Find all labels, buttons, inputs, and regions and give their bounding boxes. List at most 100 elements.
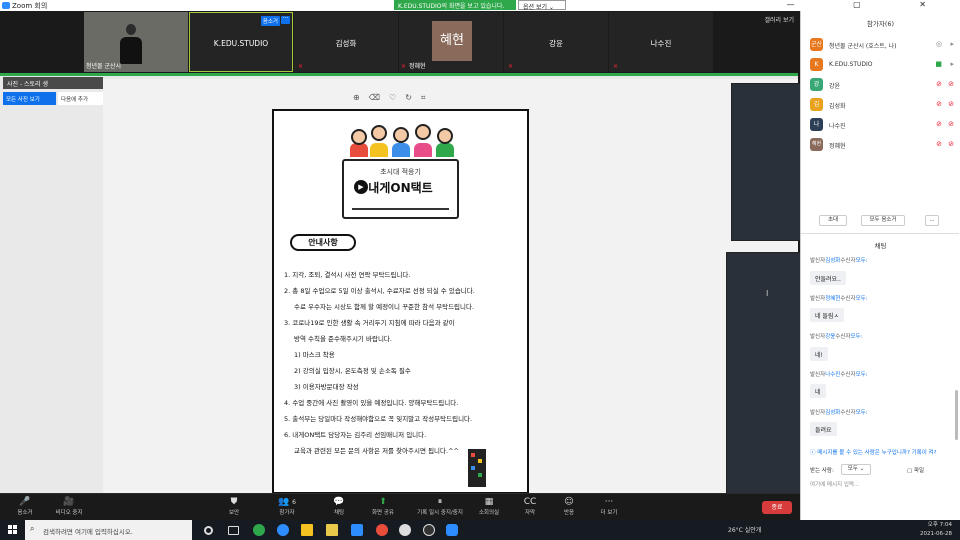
notice-line: 방역 수칙을 준수해주시기 바랍니다.	[294, 335, 392, 343]
video-tile-kedu[interactable]: K.EDU.STUDIO 음소거 ···	[189, 12, 293, 72]
progress-bar	[352, 208, 449, 210]
mail-icon[interactable]	[351, 524, 363, 536]
app-icon[interactable]	[399, 524, 411, 536]
viewer-toolbar[interactable]: ⊕⌫♡↻⌗	[353, 93, 434, 103]
tile-name: 나수진	[650, 39, 672, 48]
taskbar-search-input[interactable]: ⌕ 검색하려면 여기에 입력하십시오.	[25, 520, 192, 540]
chat-button[interactable]: 💬 채팅	[314, 496, 364, 516]
notice-line: 2) 강의실 입장시, 온도측정 및 손소독 필수	[294, 367, 411, 375]
screen-share-banner: K.EDU.STUDIO의 화면을 보고 있습니다.	[394, 0, 516, 10]
mic-muted-icon: ⊘	[936, 140, 942, 148]
add-to-button[interactable]: 다음에 추가	[58, 92, 103, 105]
record-pause-button[interactable]: ⏸ 기록 일시 중지/중지	[412, 496, 468, 516]
chat-title: 채팅	[874, 242, 887, 250]
app-icon[interactable]	[423, 524, 435, 536]
windows-start-icon[interactable]	[8, 525, 18, 535]
system-clock[interactable]: 오후 7:04 2021-06-28	[920, 521, 952, 539]
zoom-taskbar-icon[interactable]	[446, 524, 458, 536]
notice-line: 수료 우수자는 시상도 함께 할 예정이니 꾸준한 참석 부탁드립니다.	[294, 303, 475, 311]
camera-icon: ▸	[950, 40, 954, 48]
tile-more-button[interactable]: ···	[281, 16, 290, 24]
file-explorer-icon[interactable]	[301, 524, 313, 536]
mic-muted-icon: ✕	[298, 63, 304, 70]
chat-message: 네 들림ㅅ	[810, 308, 844, 322]
video-tile-hyehyun[interactable]: 혜현 ✕ 정혜현	[399, 12, 503, 72]
avatar: 혜현	[432, 21, 472, 61]
mic-icon: ◎	[935, 40, 942, 48]
view-options-button[interactable]: 옵션 보기 ⌄	[518, 0, 566, 11]
people-illustration	[346, 121, 458, 159]
camera-off-icon: ⊘	[948, 100, 954, 108]
chat-scrollbar[interactable]	[955, 390, 958, 440]
notice-line: 교육과 관련된 모든 문의 사항은 저를 찾아주시면 됩니다.^^	[294, 447, 459, 455]
participant-row[interactable]: 강 강윤 ⊘ ⊘	[810, 78, 958, 92]
share-screen-button[interactable]: ⬆ 화면 공유	[358, 496, 408, 516]
windows-taskbar: ⌕ 검색하려면 여기에 입력하십시오. 26°C 실안개 오후 7:04 202…	[0, 520, 960, 540]
participant-row[interactable]: 혜현 정혜현 ⊘ ⊘	[810, 138, 958, 152]
video-tile-host[interactable]: 청년몰 군산시	[84, 12, 188, 72]
notice-line: 4. 수업 중간에 사진 촬영이 있을 예정입니다. 양해부탁드립니다.	[284, 399, 459, 407]
camera-icon: ▸	[950, 60, 954, 68]
recipient-dropdown[interactable]: 모두 ⌄	[841, 464, 871, 475]
notice-heading: 안내사항	[290, 234, 356, 251]
store-icon[interactable]	[326, 524, 338, 536]
mute-button[interactable]: 🎤 음소거	[0, 496, 50, 516]
task-view-icon[interactable]	[228, 526, 239, 535]
file-button[interactable]: ▢ 파일	[907, 466, 924, 474]
notice-line: 6. 내게ON택트 담당자는 김주리 선임매니저 입니다.	[284, 431, 427, 439]
chat-message: 네	[810, 384, 826, 398]
participant-row[interactable]: K K.EDU.STUDIO ■ ▸	[810, 58, 958, 72]
stop-video-button[interactable]: 🎥 비디오 중지	[44, 496, 94, 516]
invite-button[interactable]: 초대	[819, 215, 847, 226]
tile-name: 청년몰 군산시	[86, 63, 122, 70]
mute-all-button[interactable]: 모두 음소거	[861, 215, 905, 226]
mic-muted-icon: ⊘	[936, 120, 942, 128]
player-subtitle: 초시대 적응기	[380, 168, 421, 176]
mute-badge[interactable]: 음소거	[260, 16, 280, 26]
search-icon: ⌕	[30, 524, 35, 533]
panel-more-button[interactable]: ...	[925, 215, 939, 226]
ie-icon[interactable]	[277, 524, 289, 536]
participants-button[interactable]: 👥 6 참가자	[262, 496, 312, 516]
video-tile-nasujin[interactable]: 나수진 ✕	[609, 12, 713, 72]
gallery-view-button[interactable]: 갤러리 보기	[764, 15, 794, 24]
chat-message: 네!	[810, 347, 828, 361]
side-panel: 참가자(6) 군산 청년몰 군산시 (호스트, 나) ◎ ▸ K K.EDU.S…	[800, 11, 960, 520]
more-button[interactable]: ··· 더 보기	[584, 496, 634, 516]
chat-input[interactable]: 여기에 메시지 입력...	[810, 480, 859, 488]
notice-line: 5. 출석부는 당일마다 작성해야함으로 꼭 잊지말고 작성부탁드립니다.	[284, 415, 473, 423]
cortana-icon[interactable]	[204, 526, 213, 535]
participant-row[interactable]: 김 김성화 ⊘ ⊘	[810, 98, 958, 112]
tile-name: 강윤	[549, 39, 563, 48]
notice-line: 1. 지각, 조퇴, 결석시 사전 연락 부탁드립니다.	[284, 271, 411, 279]
record-icon: ⏸	[437, 497, 443, 507]
all-photos-button[interactable]: 모든 사진 보기	[3, 92, 56, 105]
window-controls[interactable]: — ▢ ✕	[787, 0, 954, 9]
notice-line: 3) 이용자방문대장 작성	[294, 383, 359, 391]
chat-meta: 발신자나수진수신자모두:	[810, 372, 868, 378]
weather-widget[interactable]: 26°C 실안개	[728, 525, 761, 534]
participant-row[interactable]: 나 나수진 ⊘ ⊘	[810, 118, 958, 132]
tile-name: 정혜현	[409, 63, 426, 70]
edge-icon[interactable]	[253, 524, 265, 536]
notice-line: 2. 총 8일 수업으로 5일 이상 출석시, 수료자로 선정 되실 수 있습니…	[284, 287, 475, 295]
mic-muted-icon: ⊘	[936, 100, 942, 108]
avatar: 나	[810, 118, 823, 131]
tile-name: 김성화	[335, 39, 357, 48]
photos-app-titlebar: 사진 - 스토리 생	[3, 77, 103, 89]
chat-meta: 발신자김성화수신자모두:	[810, 258, 868, 264]
chat-visibility-notice[interactable]: ⓘ 메시지를 볼 수 있는 사람은 누구입니까? 기록이 켜?	[810, 448, 958, 456]
chrome-icon[interactable]	[376, 524, 388, 536]
end-meeting-button[interactable]: 종료	[762, 501, 792, 514]
video-tile-kimseonghwa[interactable]: 김성화 ✕	[294, 12, 398, 72]
avatar: K	[810, 58, 823, 71]
window-title: Zoom 회의	[12, 2, 48, 10]
participant-row[interactable]: 군산 청년몰 군산시 (호스트, 나) ◎ ▸	[810, 38, 958, 52]
mic-muted-icon: ✕	[508, 63, 514, 70]
camera-off-icon: ⊘	[948, 140, 954, 148]
avatar: 강	[810, 78, 823, 91]
video-tile-kangyun[interactable]: 강윤 ✕	[504, 12, 608, 72]
zoom-logo-icon	[2, 2, 10, 9]
security-button[interactable]: ⛊ 보안	[209, 496, 259, 516]
share-icon: ⬆	[379, 497, 387, 507]
